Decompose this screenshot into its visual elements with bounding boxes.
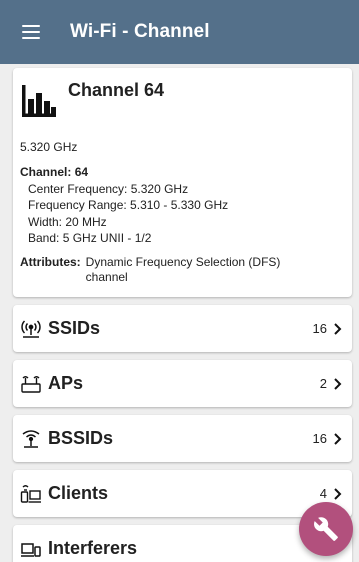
channel-width: Width: 20 MHz <box>28 214 107 229</box>
channel-frequency: 5.320 GHz <box>20 140 78 154</box>
ssid-broadcast-icon <box>20 318 42 340</box>
menu-icon[interactable] <box>22 25 40 39</box>
chevron-right-icon <box>334 377 342 390</box>
channel-info-block: Channel: 64 Center Frequency: 5.320 GHz … <box>20 164 345 247</box>
tools-fab-button[interactable] <box>299 502 353 556</box>
row-label: Clients <box>48 483 109 503</box>
chevron-right-icon <box>334 432 342 445</box>
channel-band: Band: 5 GHz UNII - 1/2 <box>28 231 152 245</box>
row-count: 16 <box>312 431 327 446</box>
access-point-icon <box>20 373 42 395</box>
content-area: Channel 64 5.320 GHz Channel: 64 Center … <box>0 64 359 562</box>
row-label: APs <box>48 373 84 393</box>
ssids-row[interactable]: SSIDs 16 <box>13 305 352 352</box>
center-frequency: Center Frequency: 5.320 GHz <box>28 181 189 196</box>
clients-row[interactable]: Clients 4 <box>13 470 352 517</box>
chevron-right-icon <box>334 487 342 500</box>
row-count: 16 <box>312 321 327 336</box>
channel-value: 64 <box>74 165 89 179</box>
frequency-range: Frequency Range: 5.310 - 5.330 GHz <box>28 198 229 212</box>
attributes-value: Dynamic Frequency Selection (DFS) channe… <box>85 254 281 284</box>
wrench-icon <box>314 517 338 541</box>
attributes-label: Attributes: <box>20 254 81 269</box>
row-label: Interferers <box>48 538 138 558</box>
bssid-antenna-icon <box>20 428 42 450</box>
clients-devices-icon <box>20 483 42 505</box>
aps-row[interactable]: APs 2 <box>13 360 352 407</box>
attributes-row: Attributes: Dynamic Frequency Selection … <box>20 255 345 285</box>
app-bar-title: Wi-Fi - Channel <box>70 21 210 42</box>
row-label: BSSIDs <box>48 428 114 448</box>
row-label: SSIDs <box>48 318 101 338</box>
row-count: 2 <box>319 376 327 391</box>
channel-label: Channel: <box>20 165 72 179</box>
channel-title: Channel 64 <box>68 80 165 100</box>
channel-detail-card: Channel 64 5.320 GHz Channel: 64 Center … <box>13 68 352 297</box>
bssids-row[interactable]: BSSIDs 16 <box>13 415 352 462</box>
row-count: 4 <box>319 486 327 501</box>
app-bar: Wi-Fi - Channel <box>0 0 359 64</box>
channel-bars-icon <box>22 85 56 117</box>
interferers-devices-icon <box>20 538 42 560</box>
chevron-right-icon <box>334 322 342 335</box>
